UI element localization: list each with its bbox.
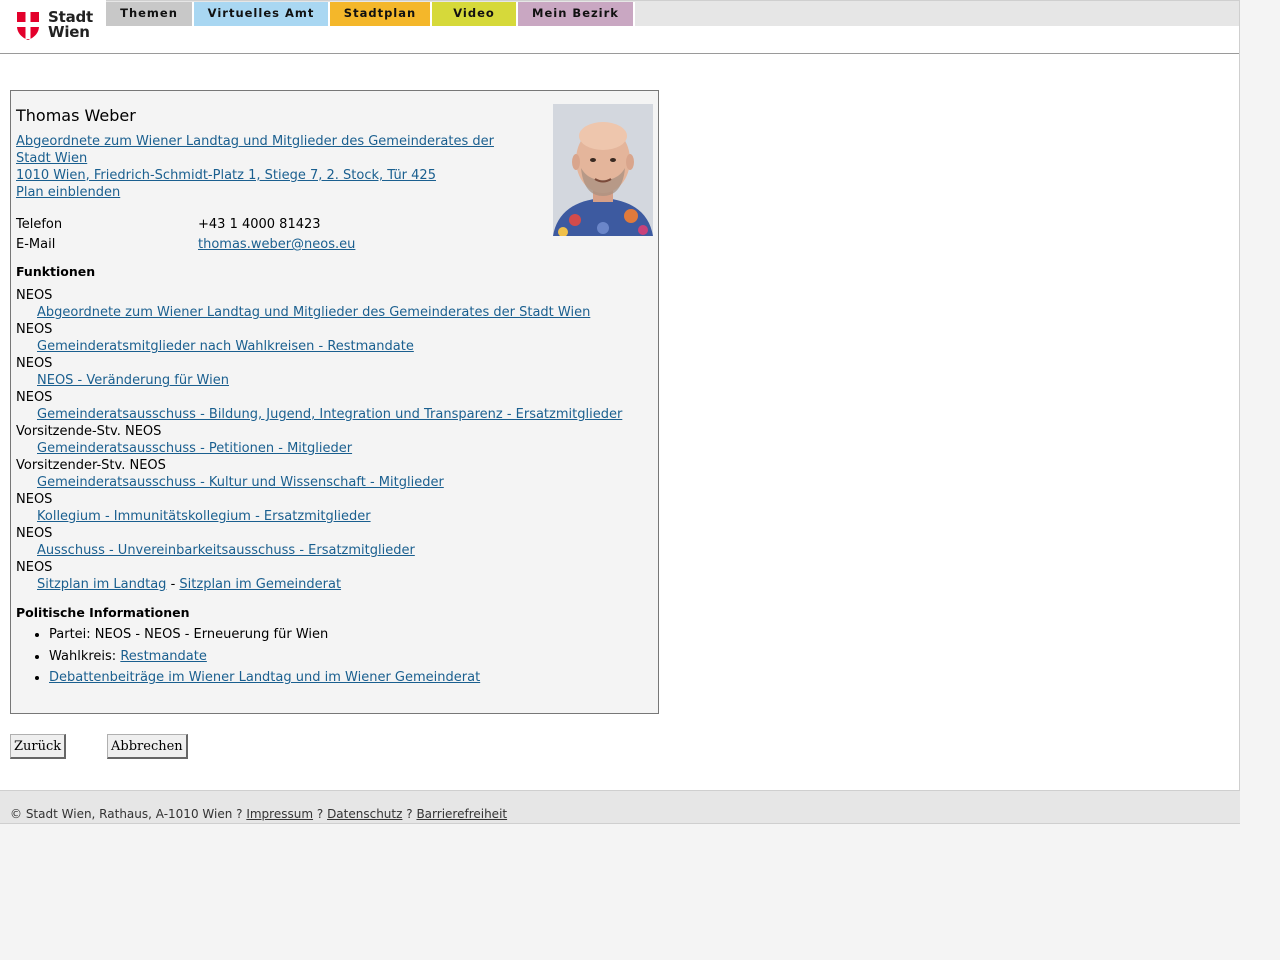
phone-value: +43 1 4000 81423 (198, 217, 321, 232)
seating-plan-links: Sitzplan im Landtag - Sitzplan im Gemein… (16, 576, 656, 593)
function-role: NEOS (16, 356, 53, 371)
site-header: Stadt Wien Themen Virtuelles Amt Stadtpl… (0, 0, 1239, 54)
email-row: E-Mail thomas.weber@neos.eu (16, 235, 355, 255)
footer-copyright: © Stadt Wien, Rathaus, A-1010 Wien ? (10, 807, 243, 821)
page: Stadt Wien Themen Virtuelles Amt Stadtpl… (0, 0, 1240, 824)
contact-block: Telefon +43 1 4000 81423 E-Mail thomas.web… (16, 215, 355, 255)
function-link[interactable]: Ausschuss - Unvereinbarkeitsausschuss - … (16, 542, 656, 559)
political-info-heading: Politische Informationen (16, 605, 190, 620)
back-button[interactable]: Zurück (10, 734, 67, 759)
wien-shield-icon (17, 12, 39, 40)
footer-separator: ? (316, 807, 324, 821)
debates-item: Debattenbeiträge im Wiener Landtag und i… (49, 667, 480, 689)
district-label: Wahlkreis: (49, 648, 117, 664)
function-role: Vorsitzender-Stv. NEOS (16, 458, 166, 473)
portrait-image (553, 104, 653, 236)
seating-plan-gemeinderat-link[interactable]: Sitzplan im Gemeinderat (179, 577, 341, 592)
function-link[interactable]: Gemeinderatsausschuss - Petitionen - Mit… (16, 440, 656, 457)
logo-text: Stadt Wien (48, 10, 93, 40)
seating-plan-separator: - (170, 577, 176, 592)
person-name: Thomas Weber (16, 106, 136, 125)
tab-stadtplan[interactable]: Stadtplan (330, 2, 432, 26)
function-role: NEOS (16, 526, 53, 541)
tab-themen[interactable]: Themen (106, 2, 194, 26)
tab-mein-bezirk[interactable]: Mein Bezirk (518, 2, 635, 26)
functions-heading: Funktionen (16, 264, 96, 279)
function-role: NEOS (16, 560, 53, 575)
organisation-link[interactable]: Abgeordnete zum Wiener Landtag und Mitgl… (16, 133, 516, 167)
site-footer: © Stadt Wien, Rathaus, A-1010 Wien ? Imp… (0, 790, 1240, 824)
main-navigation: Themen Virtuelles Amt Stadtplan Video Me… (106, 0, 1239, 26)
show-map-link[interactable]: Plan einblenden (16, 184, 516, 201)
tab-video[interactable]: Video (432, 2, 518, 26)
impressum-link[interactable]: Impressum (246, 807, 313, 821)
political-info-list: Partei: NEOS - NEOS - Erneuerung für Wie… (16, 624, 480, 689)
datenschutz-link[interactable]: Datenschutz (327, 807, 402, 821)
phone-label: Telefon (16, 217, 63, 232)
function-link[interactable]: Gemeinderatsmitglieder nach Wahlkreisen … (16, 338, 656, 355)
function-role: NEOS (16, 322, 53, 337)
cancel-button[interactable]: Abbrechen (107, 734, 188, 759)
debates-link[interactable]: Debattenbeiträge im Wiener Landtag und i… (49, 670, 480, 685)
function-link[interactable]: Kollegium - Immunitätskollegium - Ersatz… (16, 508, 656, 525)
footer-separator: ? (406, 807, 413, 821)
stadt-wien-logo[interactable]: Stadt Wien (16, 10, 96, 42)
tab-virtuelles-amt[interactable]: Virtuelles Amt (194, 2, 330, 26)
seating-plan-landtag-link[interactable]: Sitzplan im Landtag (37, 577, 166, 592)
function-link[interactable]: Gemeinderatsausschuss - Kultur und Wisse… (16, 474, 656, 491)
function-link[interactable]: NEOS - Veränderung für Wien (16, 372, 656, 389)
email-label: E-Mail (16, 237, 56, 252)
function-link[interactable]: Gemeinderatsausschuss - Bildung, Jugend,… (16, 406, 656, 423)
phone-row: Telefon +43 1 4000 81423 (16, 215, 355, 235)
functions-list: NEOS Abgeordnete zum Wiener Landtag und … (16, 287, 656, 593)
logo-line-2: Wien (48, 23, 90, 41)
function-role: NEOS (16, 492, 53, 507)
district-link[interactable]: Restmandate (120, 649, 207, 664)
person-photo (553, 104, 653, 236)
district-item: Wahlkreis: Restmandate (49, 646, 480, 668)
address-link[interactable]: 1010 Wien, Friedrich-Schmidt-Platz 1, St… (16, 167, 516, 184)
function-role: Vorsitzende-Stv. NEOS (16, 424, 162, 439)
function-role: NEOS (16, 390, 53, 405)
barrierefreiheit-link[interactable]: Barrierefreiheit (416, 807, 507, 821)
address-block: Abgeordnete zum Wiener Landtag und Mitgl… (16, 133, 516, 201)
function-role: NEOS (16, 288, 53, 303)
function-link[interactable]: Abgeordnete zum Wiener Landtag und Mitgl… (16, 304, 656, 321)
party-item: Partei: NEOS - NEOS - Erneuerung für Wie… (49, 624, 480, 646)
email-link[interactable]: thomas.weber@neos.eu (198, 237, 355, 252)
person-card: Thomas Weber Abgeordnete zum Wiener Land… (10, 90, 659, 714)
